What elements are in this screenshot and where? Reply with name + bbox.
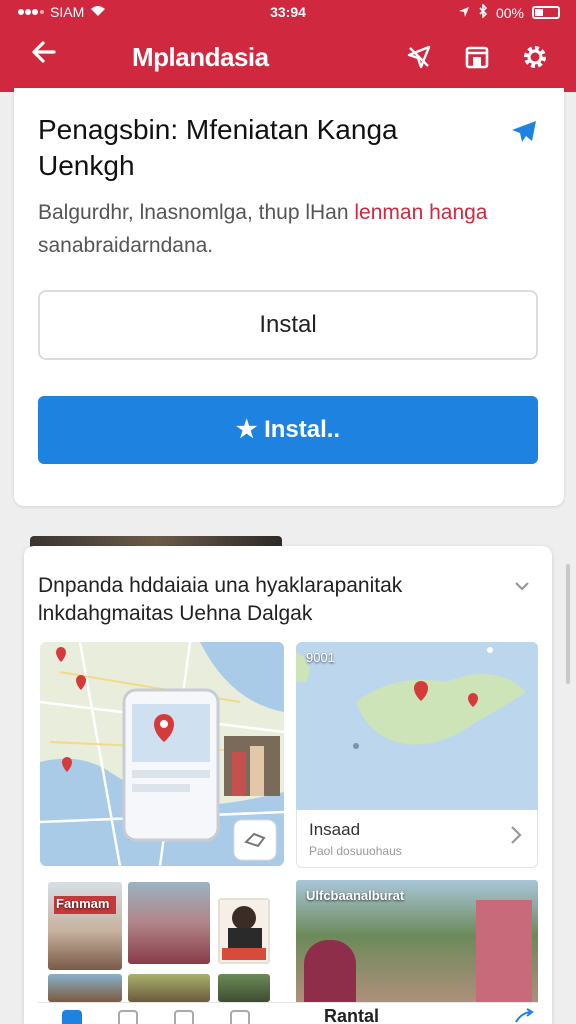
store-icon[interactable] <box>460 40 494 74</box>
back-arrow-icon[interactable] <box>26 38 62 74</box>
install-outline-button[interactable]: Instal <box>38 290 538 360</box>
tab-cloud-icon[interactable] <box>118 1010 138 1024</box>
bottom-tab-strip <box>38 1002 538 1024</box>
scrollbar[interactable] <box>566 564 570 684</box>
photo-thumbnail[interactable] <box>128 882 210 964</box>
battery-icon <box>532 6 560 19</box>
tab-tag-icon[interactable] <box>174 1010 194 1024</box>
promo-description-text: Balgurdhr, lnasnomlga, thup lHan <box>38 201 349 224</box>
map-tile-phone[interactable] <box>40 642 284 866</box>
feed-card-title: Dnpanda hddaiaia una hyaklarapanitak lnk… <box>38 574 403 625</box>
photo-thumbnail[interactable]: Fanmam <box>48 882 122 970</box>
chevron-right-icon[interactable] <box>509 824 523 853</box>
promo-description-tail: sanabraidarndana. <box>38 234 214 257</box>
bluetooth-icon <box>478 3 488 21</box>
status-right: 00% <box>458 3 560 21</box>
map-tile-tag: 9001 <box>306 650 335 665</box>
photo-thumbnail[interactable] <box>128 974 210 1002</box>
video-title: Ulfcbaanalburat <box>306 888 405 903</box>
share-arrow-icon[interactable] <box>514 1008 534 1024</box>
telegram-icon <box>510 118 538 146</box>
tab-home-icon[interactable] <box>62 1010 82 1024</box>
install-primary-button[interactable]: ★ Instal.. <box>38 396 538 464</box>
chevron-down-icon[interactable] <box>512 576 532 596</box>
promo-description-accent[interactable]: lenman hanga <box>354 201 487 224</box>
location-arrow-icon <box>458 5 470 21</box>
map-tile-info-label: Insaad <box>309 820 361 839</box>
no-location-icon[interactable] <box>402 40 436 74</box>
photo-portrait[interactable] <box>218 898 270 964</box>
map-tile-info-sub: Paol dosuuohaus <box>309 844 402 858</box>
photo-thumbnail[interactable] <box>48 974 122 1002</box>
photo-banner-text: Fanmam <box>56 896 110 911</box>
install-promo-card: Penagsbin: Mfeniatan Kanga Uenkgh Balgur… <box>14 88 564 506</box>
app-title: Mplandasia <box>132 42 269 72</box>
map-tile-region[interactable]: 9001 <box>296 642 538 810</box>
promo-description: Balgurdhr, lnasnomlga, thup lHan lenman … <box>38 196 548 262</box>
promo-headline: Penagsbin: Mfeniatan Kanga Uenkgh <box>38 114 398 181</box>
photo-thumbnail[interactable] <box>218 974 270 1002</box>
video-thumbnail[interactable]: Ulfcbaanalburat <box>296 880 538 1004</box>
tab-folder-icon[interactable] <box>230 1010 250 1024</box>
feed-card: Dnpanda hddaiaia una hyaklarapanitak lnk… <box>24 546 552 1024</box>
app-header: SIAM 33:94 00% Mplandasia <box>0 0 576 92</box>
app-bar: Mplandasia <box>0 26 576 90</box>
map-tile-info[interactable]: Insaad Paol dosuuohaus <box>296 810 538 868</box>
battery-percent: 00% <box>495 4 524 21</box>
bottom-label: Rantal <box>324 1006 380 1024</box>
gear-icon[interactable] <box>518 40 552 74</box>
status-bar: SIAM 33:94 00% <box>0 0 576 26</box>
